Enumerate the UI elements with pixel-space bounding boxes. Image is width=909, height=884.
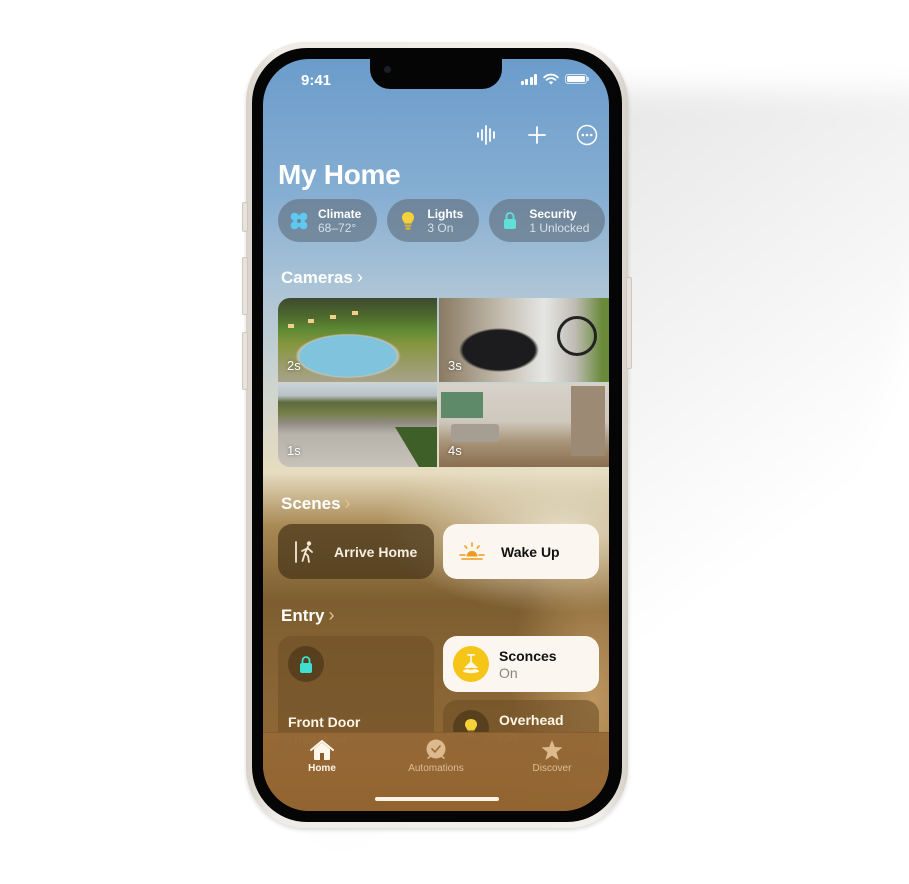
accessory-name: Front Door [288,714,361,730]
cellular-signal-icon [520,73,537,85]
chevron-right-icon: › [344,493,351,513]
chevron-right-icon: › [328,605,335,625]
accessory-name: Sconces [499,648,557,664]
camera-timestamp: 3s [448,358,462,373]
volume-up-button [242,257,248,315]
accessory-icon-bg [453,646,489,682]
plus-icon [528,126,546,144]
sofa [451,424,499,442]
chevron-right-icon: › [356,267,363,287]
entry-heading[interactable]: Entry › [281,605,334,626]
entry-heading-label: Entry [281,605,325,625]
person-walking-icon [295,540,313,563]
accessory-state: On [499,665,518,681]
intercom-button[interactable] [475,123,499,147]
chip-title: Lights [427,206,464,221]
more-button[interactable] [575,123,599,147]
sunrise-icon [459,541,485,560]
lock-icon [504,212,517,229]
house-icon [310,740,334,760]
status-chips: Climate 68–72° Lights 3 On Security 1 Un… [278,199,609,242]
scene-wake-up[interactable]: Wake Up [443,524,599,579]
camera-timestamp: 2s [287,358,301,373]
tab-label: Automations [408,763,464,774]
lock-icon [300,655,312,673]
fan-icon [290,212,308,229]
clock-icon [426,739,446,759]
tab-label: Home [308,763,336,774]
scene-label: Arrive Home [334,543,418,560]
accessory-sconces[interactable]: Sconces On [443,636,599,692]
star-icon [541,740,563,760]
bicycle-wheel [557,316,597,356]
garden-lights [288,324,294,328]
scene-arrive-home[interactable]: Arrive Home [278,524,434,579]
camera-timestamp: 1s [287,443,301,458]
bookshelf [571,386,605,456]
camera-tile[interactable]: 4s [439,384,609,467]
wifi-icon [543,73,559,85]
scene-label: Wake Up [501,543,560,560]
camera-tile[interactable]: 3s [439,298,609,382]
status-time: 9:41 [301,72,332,89]
phone-frame: 9:41 My Home Climate 68–72° Lights 3 On … [242,42,632,828]
tab-bar: Home Automations Discover [263,732,609,811]
chip-subtitle: 3 On [427,220,454,235]
home-indicator[interactable] [375,797,499,801]
chip-security[interactable]: Security 1 Unlocked [489,199,606,242]
accessory-name: Overhead [499,712,564,728]
tab-automations[interactable]: Automations [391,739,481,774]
camera-tile[interactable]: 2s [278,298,437,382]
chip-climate[interactable]: Climate 68–72° [278,199,378,242]
notch [370,59,502,89]
camera-tile[interactable]: 1s [278,384,437,467]
front-camera [384,66,391,73]
chip-title: Security [529,206,577,221]
tab-label: Discover [532,763,572,774]
camera-grid: 2s 3s 1s 4s [278,298,609,467]
action-button [242,202,248,232]
chip-title: Climate [318,206,362,221]
add-button[interactable] [525,123,549,147]
status-icons [520,73,589,85]
waveform-icon [477,125,495,145]
chip-subtitle: 1 Unlocked [529,220,590,235]
wall-art [441,392,483,418]
camera-feed-pool [278,298,437,382]
cameras-heading-label: Cameras [281,267,353,287]
camera-timestamp: 4s [448,443,462,458]
chip-subtitle: 68–72° [318,220,357,235]
side-button [626,277,632,369]
lightbulb-icon [402,211,415,230]
accessory-icon-bg [288,646,324,682]
tab-home[interactable]: Home [277,739,367,774]
scenes-heading-label: Scenes [281,493,341,513]
cameras-heading[interactable]: Cameras › [281,267,363,288]
pendant-lamp-icon [463,654,479,674]
screen: 9:41 My Home Climate 68–72° Lights 3 On … [263,59,609,811]
header-actions [475,123,599,147]
ellipsis-circle-icon [576,124,598,146]
page-title: My Home [278,159,401,190]
scenes-heading[interactable]: Scenes › [281,493,351,514]
tab-discover[interactable]: Discover [507,739,597,774]
chip-lights[interactable]: Lights 3 On [387,199,480,242]
volume-down-button [242,332,248,390]
battery-icon [565,74,589,84]
